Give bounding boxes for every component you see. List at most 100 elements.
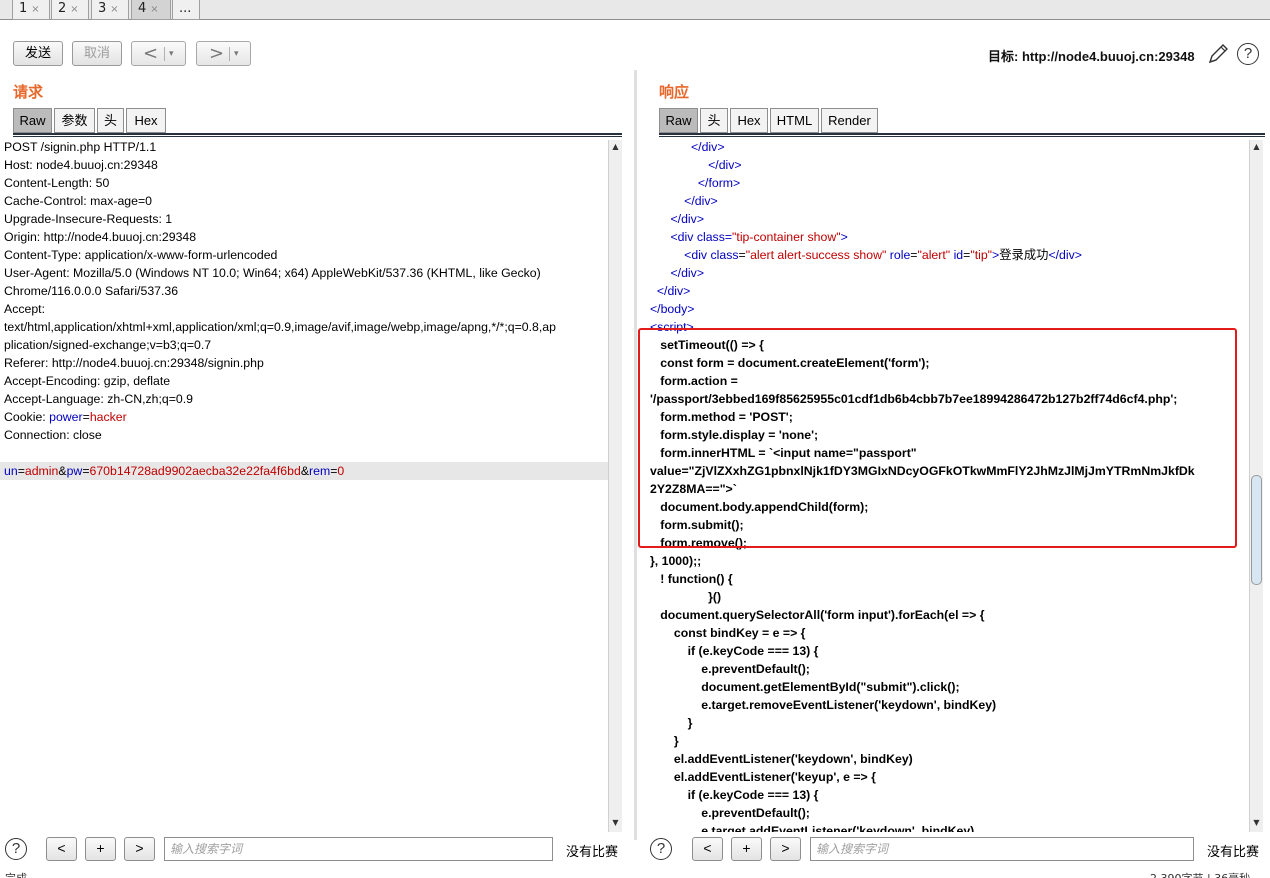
- html-attr-value: "alert": [917, 248, 951, 262]
- scroll-down-icon[interactable]: ▼: [609, 816, 622, 830]
- scroll-thumb[interactable]: [1251, 475, 1262, 585]
- tab-strip: 1 × 2 × 3 × 4 × ...: [0, 0, 1270, 20]
- chevron-right-icon: >: [209, 43, 225, 64]
- status-right: 2,390字节 | 36毫秒: [1150, 870, 1250, 878]
- tab-raw[interactable]: Raw: [659, 108, 698, 133]
- html-tag: </div>: [691, 140, 725, 154]
- search-prev-button[interactable]: <: [692, 837, 723, 861]
- request-scrollbar[interactable]: ▲ ▼: [608, 140, 622, 832]
- tab-headers[interactable]: 头: [700, 108, 728, 133]
- search-add-button[interactable]: +: [731, 837, 762, 861]
- html-line: </div>: [648, 264, 1248, 282]
- tab-render[interactable]: Render: [821, 108, 878, 133]
- cancel-button[interactable]: 取消: [72, 41, 122, 66]
- search-next-button[interactable]: >: [770, 837, 801, 861]
- script-line: if (e.keyCode === 13) {: [650, 788, 819, 802]
- tab-raw[interactable]: Raw: [13, 108, 52, 133]
- tab-label: 3: [98, 1, 107, 16]
- tab-underline: [659, 136, 1265, 137]
- tab-underline: [13, 133, 622, 135]
- tab-hex[interactable]: Hex: [126, 108, 166, 133]
- request-title: 请求: [13, 83, 44, 101]
- param-eq: =: [17, 464, 25, 478]
- code-line: User-Agent: Mozilla/5.0 (Windows NT 10.0…: [4, 266, 541, 280]
- scroll-down-icon[interactable]: ▼: [1250, 816, 1263, 830]
- tab-3[interactable]: 3 ×: [91, 0, 129, 20]
- send-button[interactable]: 发送: [13, 41, 63, 66]
- search-next-button[interactable]: >: [124, 837, 155, 861]
- forward-button[interactable]: > ▾: [196, 41, 251, 66]
- script-line: const bindKey = e => {: [650, 626, 806, 640]
- param-amp: &: [58, 464, 67, 478]
- param-name: pw: [66, 464, 83, 478]
- response-scrollbar[interactable]: ▲ ▼: [1249, 140, 1263, 832]
- script-line: }: [650, 716, 693, 730]
- dropdown-arrow-icon[interactable]: ▾: [234, 42, 239, 66]
- tab-label: ...: [179, 1, 192, 16]
- tab-underline: [13, 136, 622, 137]
- html-tag: </div>: [684, 194, 718, 208]
- separator: [229, 47, 230, 61]
- close-icon[interactable]: ×: [70, 4, 78, 15]
- cookie-line: Cookie: power=hacker: [0, 408, 608, 426]
- scroll-up-icon[interactable]: ▲: [1250, 140, 1263, 154]
- success-text: 登录成功: [999, 248, 1049, 262]
- back-button[interactable]: < ▾: [131, 41, 186, 66]
- help-icon[interactable]: ?: [1237, 43, 1259, 65]
- tab-label: 4: [138, 1, 147, 16]
- html-attr: class: [710, 248, 739, 262]
- html-line: </div>: [648, 156, 1248, 174]
- html-tag: </div>: [670, 266, 705, 280]
- dropdown-arrow-icon[interactable]: ▾: [169, 42, 174, 66]
- tab-2[interactable]: 2 ×: [51, 0, 89, 20]
- search-input[interactable]: 输入搜索字词: [164, 837, 553, 861]
- script-line: e.target.addEventListener('keydown', bin…: [650, 824, 975, 832]
- search-add-button[interactable]: +: [85, 837, 116, 861]
- close-icon[interactable]: ×: [31, 4, 39, 15]
- tab-params[interactable]: 参数: [54, 108, 95, 133]
- tab-headers[interactable]: 头: [97, 108, 124, 133]
- script-line: document.getElementById("submit").click(…: [650, 680, 960, 694]
- pencil-icon[interactable]: [1206, 42, 1230, 66]
- close-icon[interactable]: ×: [150, 4, 158, 15]
- code-line: Content-Length: 50: [4, 176, 110, 190]
- tab-label: 2: [58, 1, 67, 16]
- html-attr-value: "tip-container show": [732, 230, 841, 244]
- help-icon[interactable]: ?: [650, 838, 672, 860]
- panel-divider[interactable]: [634, 70, 637, 840]
- status-left: 完成: [5, 870, 27, 878]
- tab-4[interactable]: 4 ×: [131, 0, 171, 20]
- tab-1[interactable]: 1 ×: [12, 0, 50, 20]
- alert-line: <div class="alert alert-success show" ro…: [648, 246, 1248, 264]
- response-title: 响应: [659, 83, 690, 101]
- tab-html[interactable]: HTML: [770, 108, 819, 133]
- html-line: </body>: [648, 300, 1248, 318]
- code-line: POST /signin.php HTTP/1.1: [4, 140, 157, 154]
- search-prev-button[interactable]: <: [46, 837, 77, 861]
- tab-label: 1: [19, 1, 28, 16]
- html-attr: id: [953, 248, 964, 262]
- search-input[interactable]: 输入搜索字词: [810, 837, 1194, 861]
- request-editor[interactable]: POST /signin.php HTTP/1.1 Host: node4.bu…: [0, 138, 608, 828]
- script-line: }: [650, 734, 679, 748]
- tab-more[interactable]: ...: [172, 0, 200, 20]
- code-line: Accept:: [4, 302, 46, 316]
- cookie-prefix: Cookie:: [4, 410, 50, 424]
- scroll-up-icon[interactable]: ▲: [609, 140, 622, 154]
- body-line: un=admin&pw=670b14728ad9902aecba32e22fa4…: [0, 462, 608, 480]
- html-line: </div>: [648, 282, 1248, 300]
- cookie-name: power: [49, 410, 83, 424]
- code-line: Upgrade-Insecure-Requests: 1: [4, 212, 173, 226]
- code-line: Host: node4.buuoj.cn:29348: [4, 158, 158, 172]
- script-line: el.addEventListener('keyup', e => {: [650, 770, 876, 784]
- tab-hex[interactable]: Hex: [730, 108, 768, 133]
- help-icon[interactable]: ?: [5, 838, 27, 860]
- html-tag: >: [840, 230, 848, 244]
- close-icon[interactable]: ×: [110, 4, 118, 15]
